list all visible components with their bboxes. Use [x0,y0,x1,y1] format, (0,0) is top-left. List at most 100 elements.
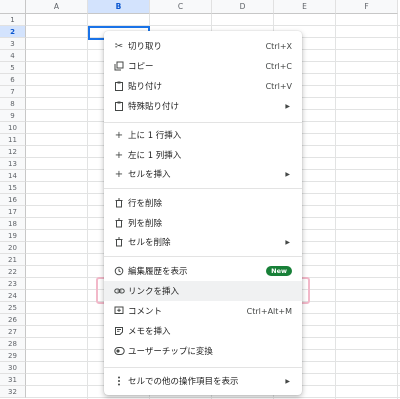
grid-row-line [26,25,400,26]
menu-item-label: 特殊貼り付け [128,102,180,112]
menu-item-more-cell-actions[interactable]: セルでの他の操作項目を表示 ▶ [104,371,302,391]
menu-item-label: セルでの他の操作項目を表示 [128,377,239,387]
plus-icon: + [114,168,124,180]
menu-item-shortcut: Ctrl+X [265,41,292,51]
copy-icon [113,60,125,72]
menu-separator [104,367,302,368]
menu-item-delete-cells[interactable]: セルを削除 ▶ [104,232,302,252]
menu-item-cut[interactable]: ✂ 切り取り Ctrl+X [104,36,302,56]
row-header-4[interactable]: 4 [0,50,26,62]
menu-item-label: 上に 1 行挿入 [128,131,182,141]
row-header-5[interactable]: 5 [0,62,26,74]
row-header-22[interactable]: 22 [0,266,26,278]
row-header-31[interactable]: 31 [0,374,26,386]
menu-separator [104,122,302,123]
menu-item-label: 切り取り [128,42,163,52]
grid-column-line [397,14,398,399]
menu-item-insert-note[interactable]: メモを挿入 [104,321,302,341]
plus-icon: + [114,129,124,141]
note-icon [113,325,125,337]
column-header-f[interactable]: F [336,0,398,14]
row-header-23[interactable]: 23 [0,278,26,290]
menu-item-label: コメント [128,307,163,317]
menu-item-label: 左に 1 列挿入 [128,151,182,161]
column-header-e[interactable]: E [274,0,336,14]
row-header-7[interactable]: 7 [0,86,26,98]
submenu-arrow-icon: ▶ [285,170,290,178]
more-vert-icon [113,375,125,387]
row-header-2[interactable]: 2 [0,26,26,38]
row-header-14[interactable]: 14 [0,170,26,182]
menu-item-label: メモを挿入 [128,327,171,337]
row-header-3[interactable]: 3 [0,38,26,50]
row-header-8[interactable]: 8 [0,98,26,110]
menu-separator [104,256,302,257]
row-header-6[interactable]: 6 [0,74,26,86]
menu-item-edit-history[interactable]: 編集履歴を表示 New [104,261,302,281]
new-badge: New [266,266,292,276]
row-header-18[interactable]: 18 [0,218,26,230]
menu-item-comment[interactable]: コメント Ctrl+Alt+M [104,301,302,321]
menu-item-insert-column-left[interactable]: + 左に 1 列挿入 [104,145,302,165]
menu-item-insert-cells[interactable]: + セルを挿入 ▶ [104,164,302,184]
menu-item-paste[interactable]: 貼り付け Ctrl+V [104,76,302,96]
submenu-arrow-icon: ▶ [285,238,290,246]
row-header-24[interactable]: 24 [0,290,26,302]
grid-row-line [26,397,400,398]
row-header-13[interactable]: 13 [0,158,26,170]
row-header-32[interactable]: 32 [0,386,26,398]
row-header-10[interactable]: 10 [0,122,26,134]
select-all-corner[interactable] [0,0,26,14]
menu-item-convert-to-people-chip[interactable]: ユーザーチップに変換 [104,341,302,361]
row-header-29[interactable]: 29 [0,350,26,362]
menu-separator [104,188,302,189]
submenu-arrow-icon: ▶ [285,102,290,110]
menu-item-delete-row[interactable]: 行を削除 [104,193,302,213]
menu-item-label: 行を削除 [128,199,163,209]
menu-item-label: 貼り付け [128,82,163,92]
row-header-25[interactable]: 25 [0,302,26,314]
trash-icon [113,217,125,229]
column-header-d[interactable]: D [212,0,274,14]
person-chip-icon [113,345,125,357]
row-header-20[interactable]: 20 [0,242,26,254]
menu-item-label: ユーザーチップに変換 [128,347,213,357]
column-header-a[interactable]: A [26,0,88,14]
row-header-28[interactable]: 28 [0,338,26,350]
menu-item-shortcut: Ctrl+Alt+M [246,306,292,316]
row-header-15[interactable]: 15 [0,182,26,194]
comment-icon [113,305,125,317]
menu-item-copy[interactable]: コピー Ctrl+C [104,56,302,76]
row-header-12[interactable]: 12 [0,146,26,158]
menu-item-insert-link[interactable]: リンクを挿入 [104,281,302,301]
row-header-30[interactable]: 30 [0,362,26,374]
plus-icon: + [114,149,124,161]
row-header-19[interactable]: 19 [0,230,26,242]
scissors-icon: ✂ [114,40,124,52]
column-header-c[interactable]: C [150,0,212,14]
row-header-26[interactable]: 26 [0,314,26,326]
row-header-17[interactable]: 17 [0,206,26,218]
menu-item-label: コピー [128,62,154,72]
row-header-11[interactable]: 11 [0,134,26,146]
trash-icon [113,236,125,248]
menu-item-label: セルを挿入 [128,170,171,180]
grid-column-line [87,14,88,399]
menu-item-paste-special[interactable]: 特殊貼り付け ▶ [104,96,302,116]
menu-item-label: 編集履歴を表示 [128,267,188,277]
link-icon [113,285,125,297]
row-header-16[interactable]: 16 [0,194,26,206]
clipboard-icon [113,80,125,92]
submenu-arrow-icon: ▶ [285,377,290,385]
context-menu: ✂ 切り取り Ctrl+X コピー Ctrl+C 貼り付け Ctrl+V 特殊貼… [104,31,302,395]
trash-icon [113,197,125,209]
row-header-9[interactable]: 9 [0,110,26,122]
menu-item-insert-row-above[interactable]: + 上に 1 行挿入 [104,125,302,145]
column-header-b[interactable]: B [88,0,150,14]
row-header-27[interactable]: 27 [0,326,26,338]
row-header-21[interactable]: 21 [0,254,26,266]
menu-item-label: セルを削除 [128,238,171,248]
history-icon [113,265,125,277]
menu-item-delete-column[interactable]: 列を削除 [104,213,302,233]
row-header-1[interactable]: 1 [0,14,26,26]
